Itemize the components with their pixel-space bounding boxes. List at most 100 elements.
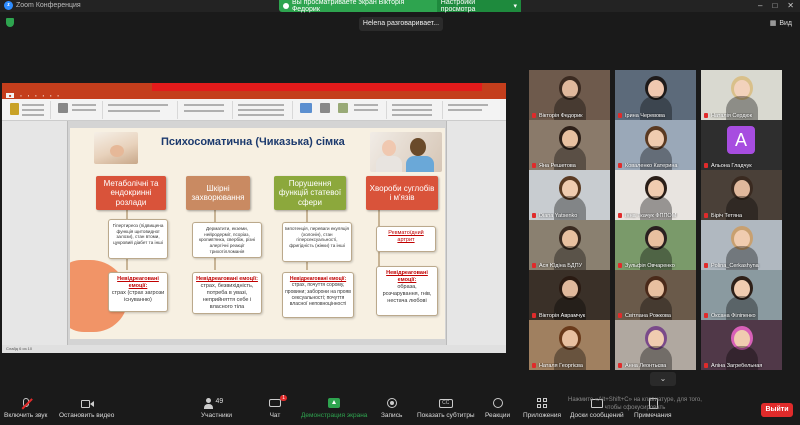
emotions-metabolic: Невідреаговані емоції: страх (страх загр… (108, 272, 168, 312)
captions-button[interactable]: CC Показать субтитры (417, 398, 475, 419)
participant-tile[interactable]: Оксана Філіпенко (701, 270, 782, 320)
participant-name: Polina_Cerkashyna (711, 263, 759, 269)
participants-label: Участники (201, 412, 233, 419)
slide-photo-left (94, 132, 138, 164)
participant-tile[interactable]: Наталія Сердюк (701, 70, 782, 120)
mic-muted-icon (19, 398, 33, 410)
ribbon-item (392, 109, 432, 111)
participant-tile[interactable]: Вікторія Аврамчук (529, 270, 610, 320)
chevron-down-icon: ▾ (513, 3, 517, 10)
participant-tile[interactable]: Вікторія Федорик (529, 70, 610, 120)
description-sexual: Імпотенція, переваги екуляція (холонін),… (282, 222, 352, 262)
category-joints: Хвороби суглобів і м'язів (366, 176, 438, 210)
camera-icon (80, 398, 94, 409)
ribbon-item (238, 114, 284, 116)
share-status-icon (283, 3, 289, 9)
emotions-skin: Невідреаговані емоції: страх, безвихідні… (192, 272, 262, 314)
minimize-icon[interactable]: – (758, 1, 762, 10)
description-skin: Дерматити, екземи, нейродерміт, псоріаз,… (192, 222, 262, 258)
share-banner: Вы просматриваете экран Вікторія Федорик… (279, 0, 521, 13)
video-label: Остановить видео (59, 412, 115, 419)
chat-button[interactable]: 1 Чат (268, 395, 287, 419)
reactions-label: Реакции (485, 412, 511, 419)
emotions-heading: Невідреаговані емоції: (117, 276, 159, 289)
view-options-button[interactable]: Настройки просмотра ▾ (436, 0, 521, 13)
participant-tile[interactable]: Ірина Черевова (615, 70, 696, 120)
description-joints: Ревматоїдний артрит (376, 226, 436, 252)
unmute-button[interactable]: Включить звук (4, 398, 47, 419)
participant-tile[interactable]: Diana Yatsenko (529, 170, 610, 220)
chevron-down-icon[interactable]: ⌄ (650, 372, 676, 386)
ppt-tab: ■ (6, 92, 15, 98)
ribbon-item (238, 109, 284, 111)
participant-tile[interactable]: Анна Леонтьєва (615, 320, 696, 370)
participant-name: Біріч Тетяна (711, 213, 743, 219)
share-screen-button[interactable]: Демонстрация экрана (301, 398, 367, 419)
apps-icon (535, 398, 549, 409)
ribbon-item (72, 109, 96, 111)
apps-button[interactable]: Приложения (523, 398, 561, 419)
participant-name: Diana Yatsenko (539, 213, 578, 219)
ppt-tab: ▪ (27, 92, 30, 98)
ppt-tab: ▪ (50, 92, 52, 98)
participant-tile[interactable]: Polina_Cerkashyna (701, 220, 782, 270)
captions-label: Показать субтитры (417, 412, 475, 419)
font-selector (108, 104, 168, 106)
ribbon-item (22, 114, 44, 116)
new-slide-icon (58, 103, 68, 113)
ppt-thumbnail-pane (2, 121, 68, 345)
apps-label: Приложения (523, 412, 562, 419)
photo-face (382, 140, 396, 156)
participant-name: Вікторія Аврамчук (539, 313, 586, 319)
security-shield-icon[interactable] (6, 18, 14, 27)
participant-tile[interactable]: Інна Ткачук ФППОМ (615, 170, 696, 220)
participant-tile[interactable]: A Альона Гладчук (701, 120, 782, 170)
whiteboards-label: Доски сообщений (570, 412, 624, 419)
font-format-row (108, 110, 160, 112)
ppt-ribbon-tabs: ■ ▪ ▪ ▪ ▪ ▪ ▪ (2, 91, 506, 99)
participant-name: Анна Леонтьєва (625, 363, 667, 369)
ppt-notice-bar (152, 83, 482, 91)
slide-photo-right (370, 132, 442, 172)
participant-name: Інна Ткачук ФППОМ (625, 213, 677, 219)
reactions-button[interactable]: Реакции (485, 398, 510, 419)
record-button[interactable]: Запись (381, 398, 402, 419)
grid-icon: ▦ (769, 20, 777, 27)
maximize-icon[interactable]: □ (772, 1, 777, 10)
participant-tile[interactable]: Зульфія Овчаренко (615, 220, 696, 270)
photo-figure (110, 145, 124, 157)
participants-button[interactable]: 49 Участники (201, 398, 232, 419)
cc-icon: CC (438, 398, 453, 409)
emotions-text: страх (страх загрози існуванню) (111, 289, 165, 303)
close-icon[interactable]: ✕ (787, 1, 794, 10)
participant-tile[interactable]: Ася Юдіна БДПУ (529, 220, 610, 270)
shapes-icon (300, 103, 312, 113)
emotions-heading: Невідреаговані емоції: (386, 270, 428, 283)
ppt-side-pane (446, 121, 506, 345)
participants-count: 49 (215, 398, 224, 405)
participant-tile[interactable]: Яна Решетова (529, 120, 610, 170)
people-icon: 49 (202, 398, 232, 409)
view-options-label: Настройки просмотра (440, 0, 476, 13)
ppt-workspace: Психосоматична (Чиказька) сімка Метаболі… (2, 121, 506, 345)
leave-button[interactable]: Выйти (761, 403, 793, 417)
ppt-tab: ▪ (35, 92, 37, 98)
participant-name: Наталя Георгієва (539, 363, 583, 369)
ribbon-item (22, 109, 44, 111)
avatar: A (727, 126, 755, 154)
ppt-titlebar (2, 83, 506, 91)
paragraph-row (184, 110, 224, 112)
category-sexual: Порушення функцій статевої сфери (274, 176, 346, 210)
participant-tile[interactable]: Наталя Георгієва (529, 320, 610, 370)
participant-tile[interactable]: Біріч Тетяна (701, 170, 782, 220)
slide-title: Психосоматична (Чиказька) сімка (161, 136, 345, 148)
participant-name: Альона Гладчук (711, 163, 752, 169)
video-button[interactable]: Остановить видео (59, 398, 114, 419)
participant-tile[interactable]: Світлана Рожкова (615, 270, 696, 320)
view-button[interactable]: ▦ Вид (769, 19, 792, 28)
ribbon-divider (442, 101, 443, 119)
ppt-ribbon (2, 99, 506, 121)
participant-tile[interactable]: Коваленко Катерина (615, 120, 696, 170)
participant-tile[interactable]: Аліна Загребельная (701, 320, 782, 370)
ppt-statusbar: Слайд 6 из 10 (2, 345, 506, 353)
